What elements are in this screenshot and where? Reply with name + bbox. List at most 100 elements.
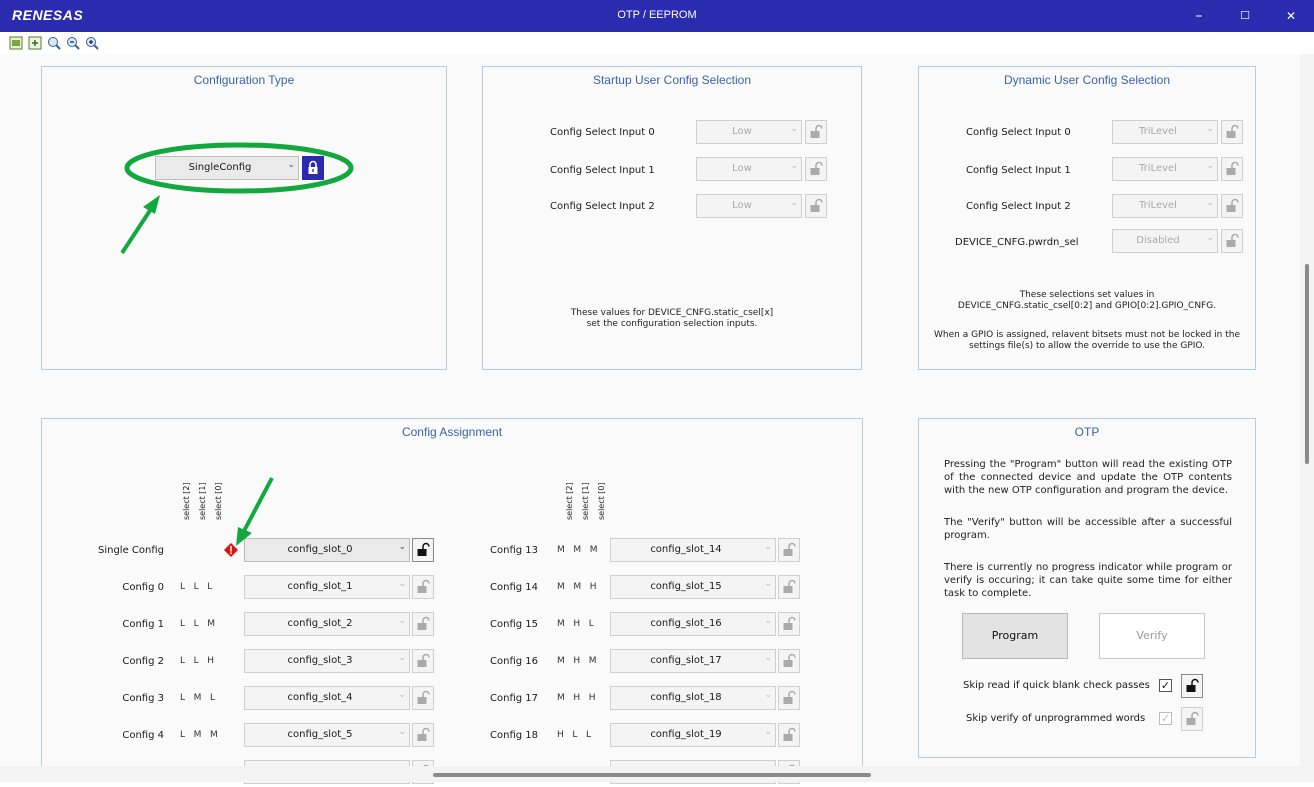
startup-value: Low (732, 163, 752, 174)
chevron-down-icon: ⌄ (1206, 198, 1214, 208)
config-slot-lock[interactable] (412, 538, 434, 562)
fit-all-icon[interactable] (28, 36, 42, 50)
zoom-out-icon[interactable] (66, 36, 80, 50)
startup-select-2[interactable]: Low ⌄ (696, 194, 802, 218)
dynamic-config-title: Dynamic User Config Selection (1003, 73, 1171, 87)
config-row-select-levels: H L L (557, 730, 591, 740)
config-row-name: Config 16 (490, 656, 538, 667)
startup-row-label: Config Select Input 0 (550, 127, 655, 138)
select-1-header: select [1] (198, 482, 207, 520)
config-row-select-levels: M M M (557, 545, 598, 555)
vertical-scrollbar[interactable] (1300, 54, 1314, 766)
config-row-select-levels: L M M (180, 730, 218, 740)
config-row-name: Single Config (97, 545, 164, 556)
maximize-button[interactable]: ☐ (1222, 0, 1268, 32)
config-slot-lock[interactable] (412, 723, 434, 747)
config-slot-lock[interactable] (778, 686, 800, 710)
config-slot-lock[interactable] (412, 686, 434, 710)
config-slot-select[interactable]: config_slot_4 ⌄ (244, 686, 410, 710)
minimize-button[interactable]: – (1176, 0, 1222, 32)
config-slot-select[interactable]: config_slot_15 ⌄ (610, 575, 776, 599)
dynamic-value: TriLevel (1139, 163, 1177, 174)
chevron-down-icon: ⌄ (764, 690, 772, 700)
config-slot-select[interactable]: config_slot_19 ⌄ (610, 723, 776, 747)
lock-open-icon (1226, 198, 1239, 212)
chevron-down-icon: ⌄ (764, 579, 772, 589)
close-button[interactable]: ✕ (1268, 0, 1314, 32)
config-slot-lock[interactable] (778, 538, 800, 562)
startup-lock-0[interactable] (805, 120, 827, 144)
config-slot-select[interactable]: config_slot_1 ⌄ (244, 575, 410, 599)
skip-read-label: Skip read if quick blank check passes (963, 680, 1150, 691)
dynamic-row-label: Config Select Input 1 (966, 165, 1071, 176)
zoom-in-icon[interactable] (85, 36, 99, 50)
startup-row-label: Config Select Input 2 (550, 201, 655, 212)
dynamic-lock-1[interactable] (1221, 157, 1243, 181)
config-slot-value: config_slot_17 (650, 655, 722, 666)
dynamic-lock-2[interactable] (1221, 194, 1243, 218)
dynamic-select-2[interactable]: TriLevel ⌄ (1112, 194, 1218, 218)
dynamic-select-1[interactable]: TriLevel ⌄ (1112, 157, 1218, 181)
skip-read-lock[interactable] (1181, 674, 1203, 698)
vertical-scroll-thumb[interactable] (1305, 264, 1309, 464)
config-slot-select[interactable]: config_slot_17 ⌄ (610, 649, 776, 673)
horizontal-scroll-thumb[interactable] (433, 773, 871, 777)
config-assignment-title: Config Assignment (401, 425, 503, 439)
config-row-select-levels: M H M (557, 656, 597, 666)
startup-lock-2[interactable] (805, 194, 827, 218)
horizontal-scrollbar[interactable] (0, 766, 1314, 782)
lock-open-icon (1186, 678, 1199, 692)
program-button[interactable]: Program (962, 613, 1068, 659)
config-slot-lock[interactable] (412, 649, 434, 673)
dynamic-row-label: Config Select Input 0 (966, 127, 1071, 138)
startup-select-0[interactable]: Low ⌄ (696, 120, 802, 144)
lock-open-icon (783, 653, 796, 667)
skip-verify-checkbox[interactable]: ✓ (1159, 712, 1172, 725)
config-slot-value: config_slot_14 (650, 544, 722, 555)
config-slot-lock[interactable] (778, 649, 800, 673)
config-slot-lock[interactable] (412, 612, 434, 636)
lock-open-icon (417, 653, 430, 667)
config-slot-lock[interactable] (778, 612, 800, 636)
skip-verify-lock[interactable] (1181, 707, 1203, 731)
chevron-down-icon: ⌄ (764, 542, 772, 552)
config-slot-lock[interactable] (778, 723, 800, 747)
fit-width-icon[interactable] (9, 36, 23, 50)
config-type-select[interactable]: SingleConfig ⌄ (155, 156, 299, 180)
config-slot-select[interactable]: config_slot_14 ⌄ (610, 538, 776, 562)
config-slot-select[interactable]: config_slot_0 ⌄ (244, 538, 410, 562)
config-row-name: Config 3 (122, 693, 164, 704)
config-slot-select[interactable]: config_slot_5 ⌄ (244, 723, 410, 747)
chevron-down-icon: ⌄ (764, 727, 772, 737)
config-slot-lock[interactable] (412, 575, 434, 599)
config-row-name: Config 4 (122, 730, 164, 741)
dynamic-value: TriLevel (1139, 126, 1177, 137)
chevron-down-icon: ⌄ (398, 542, 406, 552)
chevron-down-icon: ⌄ (790, 198, 798, 208)
dynamic-lock-3[interactable] (1221, 229, 1243, 253)
startup-select-1[interactable]: Low ⌄ (696, 157, 802, 181)
config-slot-select[interactable]: config_slot_16 ⌄ (610, 612, 776, 636)
lock-open-icon (417, 727, 430, 741)
config-type-title: Configuration Type (193, 73, 295, 87)
config-slot-select[interactable]: config_slot_2 ⌄ (244, 612, 410, 636)
verify-button[interactable]: Verify (1099, 613, 1205, 659)
lock-open-icon (783, 542, 796, 556)
dynamic-note-1: These selections set values in DEVICE_CN… (957, 290, 1217, 311)
dynamic-lock-0[interactable] (1221, 120, 1243, 144)
startup-config-title: Startup User Config Selection (592, 73, 752, 87)
chevron-down-icon: ⌄ (764, 616, 772, 626)
chevron-down-icon: ⌄ (398, 616, 406, 626)
chevron-down-icon: ⌄ (1206, 233, 1214, 243)
config-slot-lock[interactable] (778, 575, 800, 599)
dynamic-select-0[interactable]: TriLevel ⌄ (1112, 120, 1218, 144)
config-slot-select[interactable]: config_slot_18 ⌄ (610, 686, 776, 710)
config-slot-select[interactable]: config_slot_3 ⌄ (244, 649, 410, 673)
skip-read-checkbox[interactable]: ✓ (1159, 679, 1172, 692)
config-type-lock-button[interactable] (302, 156, 324, 180)
lock-open-icon (810, 198, 823, 212)
select-1-header: select [1] (581, 482, 590, 520)
dynamic-select-3[interactable]: Disabled ⌄ (1112, 229, 1218, 253)
zoom-100-icon[interactable] (47, 36, 61, 50)
startup-lock-1[interactable] (805, 157, 827, 181)
